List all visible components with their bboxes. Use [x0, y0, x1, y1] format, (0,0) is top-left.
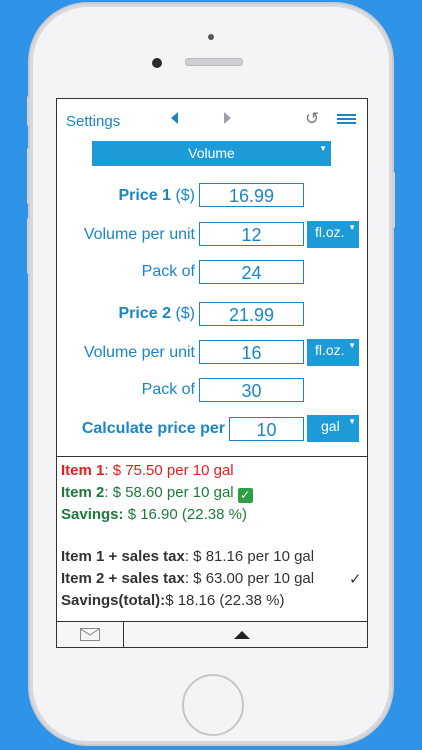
calc-unit-value: gal — [321, 418, 340, 434]
volume2-input[interactable]: 16 — [199, 340, 304, 364]
price2-currency: ($) — [175, 305, 195, 322]
dropdown-caret-icon: ▼ — [348, 417, 356, 426]
result-savings: Savings: $ 16.90 (22.38 %) — [61, 506, 247, 523]
undo-icon[interactable]: ↺ — [305, 109, 319, 129]
home-button[interactable] — [182, 674, 244, 736]
result-tax2-value: : $ 63.00 per 10 gal — [184, 570, 315, 587]
arrow-left-icon[interactable] — [171, 112, 178, 124]
earpiece-speaker — [185, 58, 243, 66]
dropdown-caret-icon: ▼ — [319, 144, 327, 153]
volume-down-button — [27, 218, 30, 274]
pack2-label: Pack of — [141, 381, 195, 398]
bottom-toolbar — [57, 621, 367, 647]
checkmark-icon: ✓ — [349, 571, 362, 588]
result-item1-label: Item 1 — [61, 462, 105, 479]
menu-icon[interactable] — [337, 114, 356, 124]
calc-quantity-input[interactable]: 10 — [229, 417, 304, 441]
volume1-unit-dropdown[interactable]: fl.oz. ▼ — [307, 221, 359, 248]
volume2-unit-value: fl.oz. — [315, 342, 345, 358]
volume2-label: Volume per unit — [83, 344, 195, 361]
result-total-value: $ 18.16 (22.38 %) — [165, 592, 285, 609]
volume1-unit-value: fl.oz. — [315, 224, 345, 240]
price1-input[interactable]: 16.99 — [199, 183, 304, 207]
result-tax2-label: Item 2 + sales tax — [61, 570, 185, 587]
pack1-input[interactable]: 24 — [199, 260, 304, 284]
result-tax1-label: Item 1 + sales tax — [61, 548, 185, 565]
result-total-label: Savings(total): — [61, 592, 166, 609]
volume1-label: Volume per unit — [83, 226, 195, 243]
arrow-right-icon[interactable] — [224, 112, 231, 124]
volume-up-button — [27, 148, 30, 204]
dropdown-caret-icon: ▼ — [348, 223, 356, 232]
category-value: Volume — [188, 145, 235, 161]
result-tax1: Item 1 + sales tax: $ 81.16 per 10 gal — [61, 548, 314, 565]
result-item2-value: : $ 58.60 per 10 gal — [104, 484, 234, 501]
front-camera — [152, 58, 162, 68]
result-total-savings: Savings(total):$ 18.16 (22.38 %) — [61, 592, 284, 609]
calc-unit-dropdown[interactable]: gal ▼ — [307, 415, 359, 442]
result-savings-value: $ 16.90 (22.38 %) — [123, 506, 247, 523]
mail-icon — [80, 628, 100, 641]
power-button — [392, 172, 395, 228]
price1-label-text: Price 1 — [118, 187, 171, 204]
volume1-input[interactable]: 12 — [199, 222, 304, 246]
result-savings-label: Savings: — [61, 506, 124, 523]
calc-label: Calculate price per — [63, 420, 225, 438]
price2-label: Price 2 ($) — [77, 305, 196, 323]
pack2-input[interactable]: 30 — [199, 378, 304, 402]
volume2-unit-dropdown[interactable]: fl.oz. ▼ — [307, 339, 359, 366]
app-screen: Settings ↺ Volume ▼ Price 1 ($) 16.99 Vo… — [56, 98, 368, 648]
result-item2-label: Item 2 — [61, 484, 105, 501]
check-icon: ✓ — [237, 488, 253, 503]
category-dropdown[interactable]: Volume ▼ — [92, 141, 331, 166]
result-item1: Item 1: $ 75.50 per 10 gal — [61, 462, 234, 479]
dropdown-caret-icon: ▼ — [348, 341, 356, 350]
price1-currency: ($) — [175, 187, 195, 204]
pack1-label: Pack of — [141, 263, 195, 280]
top-toolbar: Settings ↺ — [57, 99, 367, 139]
results-divider — [57, 456, 367, 457]
calc-label-text: Calculate price per — [81, 420, 225, 437]
settings-button[interactable]: Settings — [66, 113, 120, 130]
result-item1-value: : $ 75.50 per 10 gal — [104, 462, 234, 479]
price1-label: Price 1 ($) — [77, 187, 196, 205]
result-item2: Item 2: $ 58.60 per 10 gal ✓ — [61, 484, 253, 503]
result-tax2: Item 2 + sales tax: $ 63.00 per 10 gal — [61, 570, 314, 587]
price2-input[interactable]: 21.99 — [199, 302, 304, 326]
price2-label-text: Price 2 — [118, 305, 171, 322]
result-tax1-value: : $ 81.16 per 10 gal — [184, 548, 315, 565]
proximity-sensor — [208, 34, 214, 40]
silent-switch — [27, 96, 30, 126]
triangle-up-icon[interactable] — [234, 631, 250, 639]
mail-button[interactable] — [57, 622, 124, 647]
